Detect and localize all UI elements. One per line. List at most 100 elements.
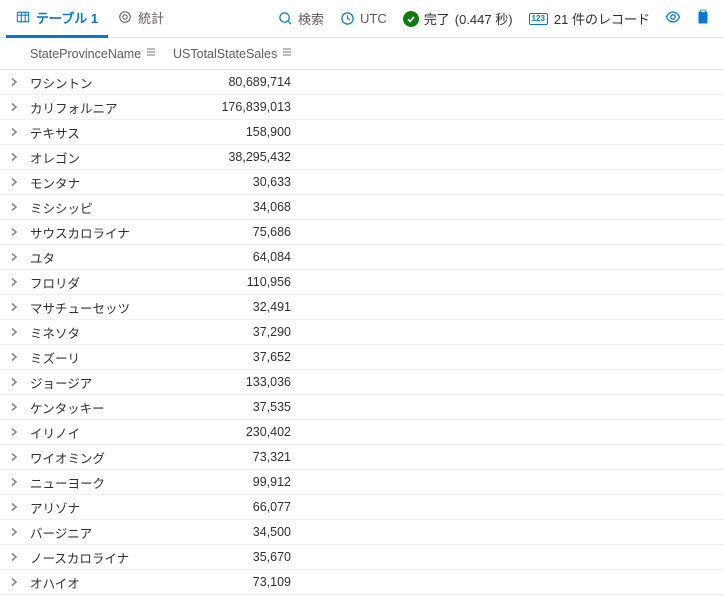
table-row[interactable]: オレゴン38,295,432 bbox=[0, 145, 724, 170]
utc-label: UTC bbox=[360, 11, 387, 26]
table-row[interactable]: ケンタッキー37,535 bbox=[0, 395, 724, 420]
cell-sales: 66,077 bbox=[169, 500, 303, 514]
cell-state: オレゴン bbox=[24, 148, 169, 167]
expand-row-button[interactable] bbox=[4, 450, 24, 465]
cell-state: バージニア bbox=[24, 523, 169, 542]
table-row[interactable]: ミシシッピ34,068 bbox=[0, 195, 724, 220]
table-row[interactable]: ノースカロライナ35,670 bbox=[0, 545, 724, 570]
grid-header: StateProvinceName USTotalStateSales bbox=[0, 38, 724, 70]
utc-button[interactable]: UTC bbox=[332, 0, 395, 38]
cell-state: ワイオミング bbox=[24, 448, 169, 467]
cell-sales: 133,036 bbox=[169, 375, 303, 389]
expand-row-button[interactable] bbox=[4, 125, 24, 140]
tab-table[interactable]: テーブル 1 bbox=[6, 0, 108, 38]
tabs: テーブル 1 統計 bbox=[6, 0, 174, 38]
cell-state: イリノイ bbox=[24, 423, 169, 442]
records-count[interactable]: 123 21 件のレコード bbox=[521, 9, 658, 28]
records-icon: 123 bbox=[529, 13, 548, 25]
table-row[interactable]: ミズーリ37,652 bbox=[0, 345, 724, 370]
table-row[interactable]: ニューヨーク99,912 bbox=[0, 470, 724, 495]
grid-body[interactable]: ワシントン80,689,714カリフォルニア176,839,013テキサス158… bbox=[0, 70, 724, 606]
cell-sales: 64,084 bbox=[169, 250, 303, 264]
table-row[interactable]: ジョージア133,036 bbox=[0, 370, 724, 395]
cell-sales: 73,109 bbox=[169, 575, 303, 589]
search-label: 検索 bbox=[298, 9, 324, 28]
cell-state: ユタ bbox=[24, 248, 169, 267]
column-menu-icon[interactable] bbox=[145, 46, 157, 61]
preview-button[interactable] bbox=[658, 0, 688, 38]
search-button[interactable]: 検索 bbox=[270, 0, 332, 38]
expand-row-button[interactable] bbox=[4, 300, 24, 315]
chevron-right-icon bbox=[9, 325, 19, 340]
column-header-state[interactable]: StateProvinceName bbox=[24, 46, 169, 61]
chevron-right-icon bbox=[9, 100, 19, 115]
chevron-right-icon bbox=[9, 275, 19, 290]
table-row[interactable]: ユタ64,084 bbox=[0, 245, 724, 270]
column-header-sales[interactable]: USTotalStateSales bbox=[169, 46, 303, 61]
tab-stats-label: 統計 bbox=[138, 8, 164, 27]
clipboard-icon bbox=[695, 9, 711, 28]
table-row[interactable]: フロリダ110,956 bbox=[0, 270, 724, 295]
expand-row-button[interactable] bbox=[4, 200, 24, 215]
chevron-right-icon bbox=[9, 350, 19, 365]
chevron-right-icon bbox=[9, 125, 19, 140]
table-row[interactable]: ワシントン80,689,714 bbox=[0, 70, 724, 95]
table-row[interactable]: アリゾナ66,077 bbox=[0, 495, 724, 520]
cell-sales: 37,290 bbox=[169, 325, 303, 339]
table-row[interactable]: バージニア34,500 bbox=[0, 520, 724, 545]
table-row[interactable]: モンタナ30,633 bbox=[0, 170, 724, 195]
expand-row-button[interactable] bbox=[4, 175, 24, 190]
cell-sales: 230,402 bbox=[169, 425, 303, 439]
expand-row-button[interactable] bbox=[4, 425, 24, 440]
tab-stats[interactable]: 統計 bbox=[108, 0, 174, 38]
cell-sales: 37,652 bbox=[169, 350, 303, 364]
cell-state: ジョージア bbox=[24, 373, 169, 392]
expand-row-button[interactable] bbox=[4, 550, 24, 565]
cell-sales: 30,633 bbox=[169, 175, 303, 189]
expand-row-button[interactable] bbox=[4, 75, 24, 90]
cell-state: ミズーリ bbox=[24, 348, 169, 367]
cell-sales: 158,900 bbox=[169, 125, 303, 139]
cell-state: テキサス bbox=[24, 123, 169, 142]
expand-row-button[interactable] bbox=[4, 325, 24, 340]
expand-row-button[interactable] bbox=[4, 575, 24, 590]
table-row[interactable]: サウスカロライナ75,686 bbox=[0, 220, 724, 245]
cell-sales: 99,912 bbox=[169, 475, 303, 489]
copy-button[interactable] bbox=[688, 0, 718, 38]
expand-row-button[interactable] bbox=[4, 250, 24, 265]
expand-row-button[interactable] bbox=[4, 400, 24, 415]
cell-state: カリフォルニア bbox=[24, 98, 169, 117]
check-circle-icon bbox=[403, 11, 419, 27]
cell-sales: 32,491 bbox=[169, 300, 303, 314]
expand-row-button[interactable] bbox=[4, 525, 24, 540]
table-row[interactable]: カリフォルニア176,839,013 bbox=[0, 95, 724, 120]
expand-row-button[interactable] bbox=[4, 225, 24, 240]
expand-row-button[interactable] bbox=[4, 500, 24, 515]
expand-row-button[interactable] bbox=[4, 150, 24, 165]
table-row[interactable]: オハイオ73,109 bbox=[0, 570, 724, 595]
cell-sales: 80,689,714 bbox=[169, 75, 303, 89]
column-menu-icon[interactable] bbox=[281, 46, 293, 61]
table-row[interactable]: ミネソタ37,290 bbox=[0, 320, 724, 345]
chevron-right-icon bbox=[9, 375, 19, 390]
expand-row-button[interactable] bbox=[4, 375, 24, 390]
chevron-right-icon bbox=[9, 150, 19, 165]
expand-row-button[interactable] bbox=[4, 100, 24, 115]
cell-sales: 73,321 bbox=[169, 450, 303, 464]
chevron-right-icon bbox=[9, 400, 19, 415]
chevron-right-icon bbox=[9, 575, 19, 590]
cell-sales: 176,839,013 bbox=[169, 100, 303, 114]
table-row[interactable]: ワイオミング73,321 bbox=[0, 445, 724, 470]
status-done-time: (0.447 秒) bbox=[455, 9, 513, 28]
cell-sales: 35,670 bbox=[169, 550, 303, 564]
expand-row-button[interactable] bbox=[4, 475, 24, 490]
expand-row-button[interactable] bbox=[4, 350, 24, 365]
expand-row-button[interactable] bbox=[4, 275, 24, 290]
cell-state: ワシントン bbox=[24, 73, 169, 92]
table-row[interactable]: イリノイ230,402 bbox=[0, 420, 724, 445]
status-done-label: 完了 bbox=[424, 9, 450, 28]
table-row[interactable]: テキサス158,900 bbox=[0, 120, 724, 145]
table-row[interactable]: マサチューセッツ32,491 bbox=[0, 295, 724, 320]
chevron-right-icon bbox=[9, 475, 19, 490]
cell-state: オハイオ bbox=[24, 573, 169, 592]
